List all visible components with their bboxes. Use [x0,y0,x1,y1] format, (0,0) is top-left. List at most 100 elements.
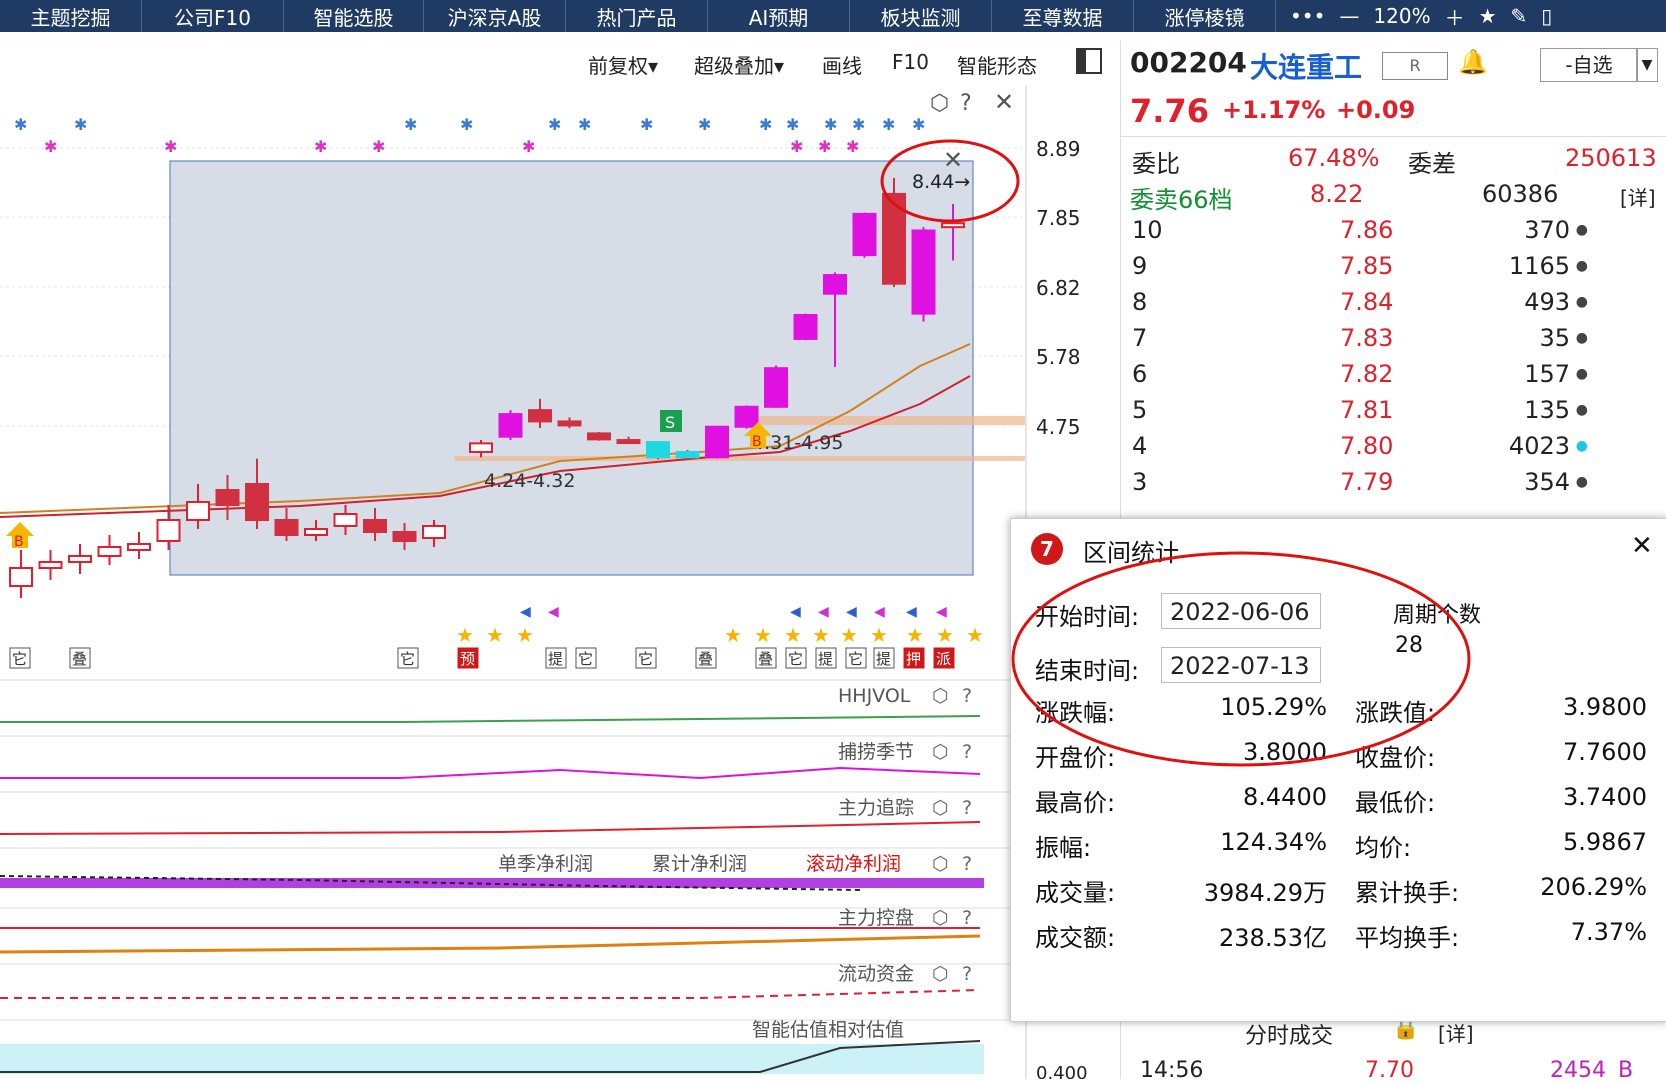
candle-body [675,451,700,459]
order-book-row[interactable]: 5 7.81 135 ● [1130,396,1650,430]
order-book-row[interactable]: 4 7.80 4023 ● [1130,432,1650,466]
detail-link[interactable]: [详] [1620,182,1656,211]
help-icon[interactable]: ? [962,853,972,875]
indicator-name[interactable]: 单季净利润 [498,853,593,875]
zoom-in-icon[interactable]: ＋ [1445,2,1465,31]
indicator-name[interactable]: 捕捞季节 [838,741,914,763]
help-icon[interactable]: ? [960,91,972,116]
order-book-row[interactable]: 7 7.83 35 ● [1130,324,1650,358]
signal-label: 提 [548,650,563,668]
indicator-name[interactable]: HHJVOL [838,685,911,707]
order-book-row[interactable]: 3 7.79 354 ● [1130,468,1650,502]
signal-label: 提 [876,650,891,668]
order-book-row[interactable]: 10 7.86 370 ● [1130,216,1650,250]
blue-signal-dot: ✱ [14,115,27,134]
settings-hex-icon[interactable]: ⬡ [930,91,949,116]
settings-hex-icon[interactable]: ⬡ [932,741,949,763]
settings-hex-icon[interactable]: ⬡ [932,853,949,875]
blue-signal-dot: ✱ [786,115,799,134]
adjust-menu[interactable]: 前复权▾ [588,50,658,79]
tab-sector-monitor[interactable]: 板块监测 [850,0,992,32]
order-dot-icon: ● [1575,474,1588,490]
candle-body [186,501,210,521]
r-badge[interactable]: R [1382,52,1448,80]
f10-button[interactable]: F10 [892,50,929,74]
more-icon[interactable]: ••• [1290,4,1325,28]
draw-line-button[interactable]: 画线 [822,50,862,79]
candle-body [587,432,611,441]
dialog-close-icon[interactable]: ✕ [1631,531,1653,561]
y-tick-bottom: 0.400 [1036,1063,1088,1079]
overlay-menu[interactable]: 超级叠加▾ [694,50,784,79]
signal-label: 它 [578,650,593,668]
candle-body [304,528,328,536]
help-icon[interactable]: ? [962,907,972,929]
stat-label: 成交量: [1035,879,1116,907]
indicator-name[interactable]: 智能估值相对估值 [752,1019,904,1041]
stat-value: 3.7400 [1563,783,1647,811]
help-icon[interactable]: ? [962,741,972,763]
order-price: 7.83 [1340,324,1394,352]
order-dot-icon: ● [1575,222,1588,238]
layout-toggle-icon[interactable] [1076,48,1102,74]
chart-area[interactable]: 8.89 7.85 6.82 5.78 4.75 0.400 ⬡ ? ✕ 8.4… [0,86,1120,1083]
add-favorite-button[interactable]: -自选 [1540,48,1638,82]
arrow-marker-icon: ◀ [874,604,885,620]
help-icon[interactable]: ? [962,685,972,707]
window-icon[interactable]: ▯ [1541,4,1552,28]
indicator-name[interactable]: 滚动净利润 [806,853,901,875]
y-tick: 4.75 [1036,415,1081,439]
indicator-name[interactable]: 主力控盘 [838,907,914,929]
settings-hex-icon[interactable]: ⬡ [932,963,949,985]
order-book-row[interactable]: 9 7.85 1165 ● [1130,252,1650,286]
tab-a-shares[interactable]: 沪深京A股 [424,0,566,32]
alert-bell-icon[interactable]: 🔔 [1458,48,1488,76]
stat-label: 振幅: [1035,834,1092,862]
kline-chart[interactable]: 8.89 7.85 6.82 5.78 4.75 0.400 ⬡ ? ✕ 8.4… [0,86,1120,1083]
star-icon: ★ [784,623,802,647]
candle-body [9,567,33,587]
wc-label: 委差 [1408,150,1456,178]
order-level: 3 [1132,468,1148,496]
selection-close-icon[interactable]: ✕ [943,146,963,174]
help-icon[interactable]: ? [962,797,972,819]
settings-hex-icon[interactable]: ⬡ [932,685,949,707]
end-time-input[interactable]: 2022-07-13 [1161,647,1321,683]
tab-limit-up-prism[interactable]: 涨停棱镜 [1134,0,1276,32]
indicator-name[interactable]: 主力追踪 [838,797,914,819]
signal-label: 它 [788,650,803,668]
close-chart-icon[interactable]: ✕ [994,88,1014,116]
favorite-dropdown-icon[interactable]: ▼ [1636,48,1658,82]
pen-icon[interactable]: ✎ [1511,4,1528,28]
tab-company-f10[interactable]: 公司F10 [142,0,284,32]
candle-body [333,513,358,527]
order-price: 7.85 [1340,252,1394,280]
order-book-row[interactable]: 8 7.84 493 ● [1130,288,1650,322]
order-book-row[interactable]: 6 7.82 157 ● [1130,360,1650,394]
settings-hex-icon[interactable]: ⬡ [932,907,949,929]
indicator-name[interactable]: 累计净利润 [652,853,747,875]
divider [1120,136,1666,137]
help-icon[interactable]: ? [962,963,972,985]
tab-ai-forecast[interactable]: AI预期 [708,0,850,32]
ticker-detail-link[interactable]: [详] [1438,1018,1474,1047]
tab-smart-stock-pick[interactable]: 智能选股 [284,0,424,32]
arrow-marker-icon: ◀ [906,604,917,620]
indicator-name[interactable]: 流动资金 [838,963,914,985]
smart-pattern-button[interactable]: 智能形态 [957,50,1037,79]
zoom-out-icon[interactable]: — [1339,4,1359,28]
stat-label: 均价: [1355,834,1412,862]
start-time-input[interactable]: 2022-06-06 [1161,593,1321,629]
tab-theme-mining[interactable]: 主题挖掘 [0,0,142,32]
y-tick: 6.82 [1036,276,1081,300]
blue-signal-dot: ✱ [912,115,925,134]
tab-hot-products[interactable]: 热门产品 [566,0,708,32]
tab-premium-data[interactable]: 至尊数据 [992,0,1134,32]
settings-hex-icon[interactable]: ⬡ [932,797,949,819]
sell-depth-label[interactable]: 委卖66档 [1130,180,1233,215]
end-time-label: 结束时间: [1035,657,1140,685]
blue-signal-dot: ✱ [852,115,865,134]
candle-body [793,313,818,340]
candle-body [852,212,877,257]
star-icon[interactable]: ★ [1479,4,1497,28]
